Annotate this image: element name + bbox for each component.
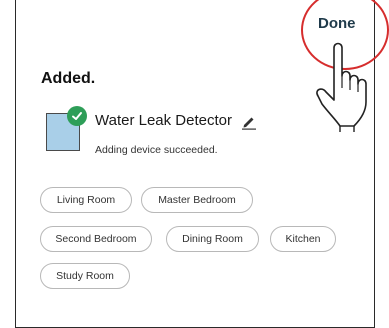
room-chip-second-bedroom[interactable]: Second Bedroom [40,226,152,252]
page-title: Added. [41,70,96,87]
pointing-hand-icon [316,42,367,132]
room-chip-living-room[interactable]: Living Room [40,187,132,213]
status-message: Adding device succeeded. [95,144,218,156]
edit-pencil-icon[interactable] [241,114,257,130]
room-chip-dining-room[interactable]: Dining Room [166,226,259,252]
device-name: Water Leak Detector [95,112,232,129]
room-chip-master-bedroom[interactable]: Master Bedroom [141,187,253,213]
room-chip-kitchen[interactable]: Kitchen [270,226,336,252]
room-chip-study-room[interactable]: Study Room [40,263,130,289]
check-icon [67,106,87,126]
